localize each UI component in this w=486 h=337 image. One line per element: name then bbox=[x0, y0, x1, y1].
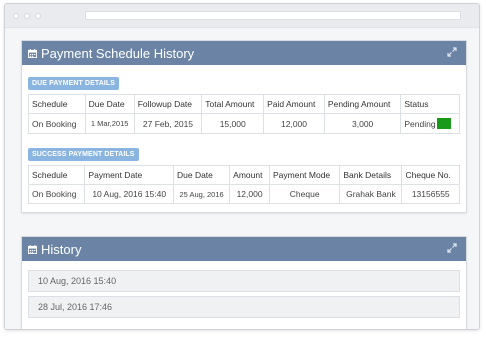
window-dot-2[interactable] bbox=[24, 12, 30, 19]
table-row: On Booking 1 Mar,2015 27 Feb, 2015 15,00… bbox=[28, 113, 460, 134]
column-header: Schedule bbox=[27, 165, 86, 185]
column-header: Payment Date bbox=[84, 165, 174, 185]
address-bar[interactable] bbox=[85, 11, 461, 20]
page-content: Payment Schedule History DUE PAYMENT DET… bbox=[5, 29, 479, 329]
calendar-icon bbox=[28, 48, 37, 58]
history-item[interactable]: 28 Jul, 2016 17:46 bbox=[28, 296, 460, 318]
due-payment-label: DUE PAYMENT DETAILS bbox=[28, 77, 120, 90]
column-header: Bank Details bbox=[339, 165, 403, 185]
history-item-date: 10 Aug, 2016 15:40 bbox=[38, 276, 117, 286]
column-header: Amount bbox=[229, 165, 270, 185]
payment-schedule-header: Payment Schedule History bbox=[22, 41, 466, 65]
history-item[interactable]: 10 Aug, 2016 15:40 bbox=[28, 270, 460, 292]
window-dot-1[interactable] bbox=[13, 12, 19, 19]
column-header: Followup Date bbox=[133, 94, 203, 114]
column-header: Due Date bbox=[172, 165, 231, 185]
followup-date-cell: 27 Feb, 2015 bbox=[133, 113, 203, 134]
column-header: Schedule bbox=[28, 94, 86, 114]
calendar-icon bbox=[28, 244, 37, 254]
history-item-date: 28 Jul, 2016 17:46 bbox=[38, 302, 113, 312]
expand-icon[interactable] bbox=[447, 243, 457, 253]
window-dot-3[interactable] bbox=[35, 12, 41, 19]
payment-schedule-panel: Payment Schedule History DUE PAYMENT DET… bbox=[21, 40, 467, 213]
browser-window: Payment Schedule History DUE PAYMENT DET… bbox=[4, 3, 480, 330]
due-payment-table: Schedule Due Date Followup Date Total Am… bbox=[28, 94, 460, 134]
payment-schedule-body: DUE PAYMENT DETAILS Schedule Due Date Fo… bbox=[22, 65, 466, 212]
column-header: Pending Amount bbox=[323, 94, 402, 114]
status-text: Pending bbox=[404, 118, 436, 129]
column-header: Total Amount bbox=[201, 94, 265, 114]
expand-icon[interactable] bbox=[447, 47, 457, 57]
column-header: Cheque No. bbox=[401, 165, 460, 185]
table-header-row: Schedule Due Date Followup Date Total Am… bbox=[28, 94, 460, 114]
schedule-cell: On Booking bbox=[27, 184, 86, 204]
due-date-cell: 1 Mar,2015 bbox=[84, 113, 135, 134]
due-date-cell: 25 Aug, 2016 bbox=[172, 184, 231, 204]
status-cell: Pending bbox=[400, 113, 460, 134]
bank-details-cell: Grahak Bank bbox=[339, 184, 403, 204]
payment-schedule-title: Payment Schedule History bbox=[41, 45, 195, 61]
history-list: 10 Aug, 2016 15:40 28 Jul, 2016 17:46 bbox=[22, 261, 466, 318]
pending-amount-cell: 3,000 bbox=[323, 113, 402, 134]
column-header: Payment Mode bbox=[268, 165, 341, 185]
paid-amount-cell: 12,000 bbox=[263, 113, 325, 134]
column-header: Due Date bbox=[84, 94, 135, 114]
table-header-row: Schedule Payment Date Due Date Amount Pa… bbox=[27, 165, 460, 185]
column-header: Paid Amount bbox=[263, 94, 325, 114]
success-payment-table: Schedule Payment Date Due Date Amount Pa… bbox=[27, 165, 460, 204]
history-title: History bbox=[41, 241, 82, 257]
history-header: History bbox=[22, 237, 466, 261]
table-row: On Booking 10 Aug, 2016 15:40 25 Aug, 20… bbox=[27, 184, 460, 204]
payment-date-cell: 10 Aug, 2016 15:40 bbox=[84, 184, 174, 204]
payment-mode-cell: Cheque bbox=[268, 184, 341, 204]
schedule-cell: On Booking bbox=[28, 113, 86, 134]
total-amount-cell: 15,000 bbox=[201, 113, 265, 134]
status-indicator bbox=[436, 118, 451, 129]
success-payment-label: SUCCESS PAYMENT DETAILS bbox=[28, 148, 139, 161]
column-header: Status bbox=[400, 94, 460, 114]
cheque-number-cell: 13156555 bbox=[401, 184, 460, 204]
amount-cell: 12,000 bbox=[229, 184, 270, 204]
history-panel: History 10 Aug, 2016 15:40 28 Jul, 2016 … bbox=[21, 236, 467, 329]
